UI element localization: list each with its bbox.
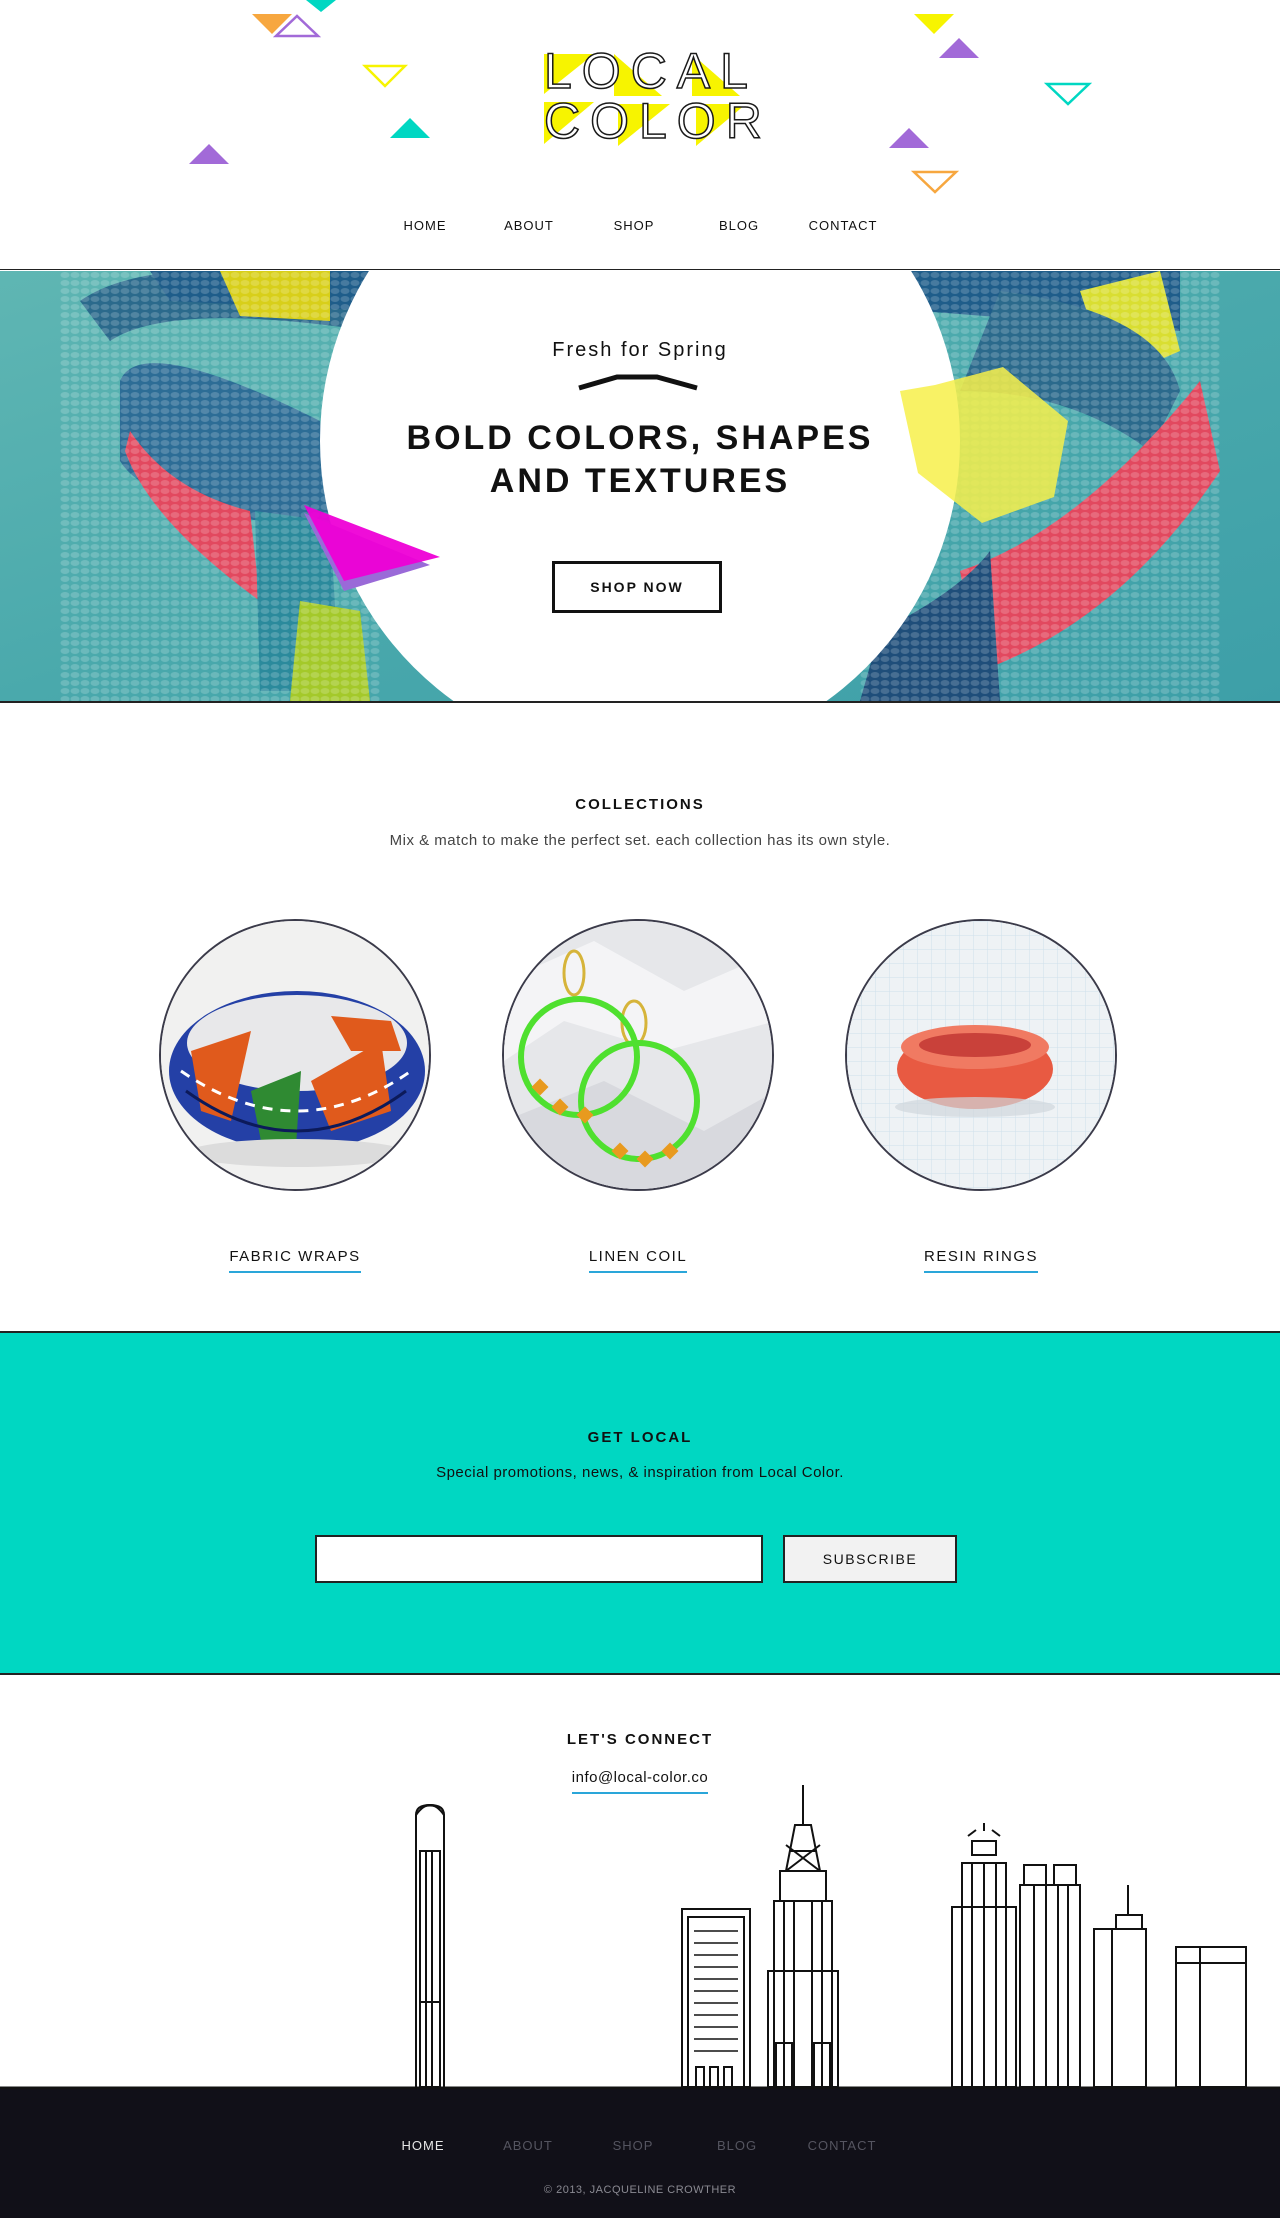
footer-nav-about[interactable]: ABOUT	[473, 2138, 583, 2153]
triangle-decoration	[889, 128, 929, 148]
main-nav: HOME ABOUT SHOP BLOG CONTACT	[0, 218, 1280, 242]
footer-nav-blog[interactable]: BLOG	[682, 2138, 792, 2153]
triangle-decoration	[910, 170, 960, 194]
site-footer: HOME ABOUT SHOP BLOG CONTACT © 2013, JAC…	[0, 2089, 1280, 2218]
collection-link-fabric-wraps[interactable]: FABRIC WRAPS	[159, 1248, 431, 1273]
logo-text-color: COLOR	[543, 93, 772, 149]
subscribe-button[interactable]: SUBSCRIBE	[783, 1535, 957, 1583]
hero-content: Fresh for Spring BOLD COLORS, SHAPES AND…	[350, 271, 930, 701]
triangle-decoration	[914, 14, 954, 34]
linen-coil-earrings-image	[504, 921, 772, 1189]
nav-home[interactable]: HOME	[370, 218, 480, 233]
email-input[interactable]	[315, 1535, 763, 1583]
site-logo[interactable]: LOCAL COLOR	[520, 40, 762, 152]
triangle-decoration	[1043, 82, 1093, 106]
resin-ring-image	[847, 921, 1115, 1189]
divider	[0, 269, 1280, 270]
shop-now-button[interactable]: SHOP NOW	[552, 561, 722, 613]
collection-link-linen-coil[interactable]: LINEN COIL	[502, 1248, 774, 1273]
collections-section: COLLECTIONS Mix & match to make the perf…	[0, 703, 1280, 1331]
nav-contact[interactable]: CONTACT	[788, 218, 898, 233]
triangle-decoration	[390, 118, 430, 138]
footer-nav: HOME ABOUT SHOP BLOG CONTACT	[0, 2138, 1280, 2158]
collection-link-label: RESIN RINGS	[923, 1248, 1038, 1273]
contact-email-link[interactable]: info@local-color.co	[0, 1769, 1280, 1794]
collection-link-resin-rings[interactable]: RESIN RINGS	[845, 1248, 1117, 1273]
hero-title: BOLD COLORS, SHAPES AND TEXTURES	[350, 417, 930, 503]
hero-title-line: BOLD COLORS, SHAPES	[406, 419, 874, 457]
triangle-decoration	[306, 0, 336, 12]
collection-card-resin-rings: RESIN RINGS	[845, 919, 1117, 1279]
logo-text-local: LOCAL	[543, 43, 758, 99]
collection-image-fabric-wraps[interactable]	[159, 919, 431, 1191]
site-header: LOCAL COLOR HOME ABOUT SHOP BLOG CONTACT	[0, 0, 1280, 270]
section-heading: GET LOCAL	[587, 1429, 693, 1446]
copyright-text: © 2013, JACQUELINE CROWTHER	[543, 2184, 737, 2196]
fabric-bracelet-image	[161, 921, 429, 1189]
hero-banner: Fresh for Spring BOLD COLORS, SHAPES AND…	[0, 271, 1280, 701]
section-heading: COLLECTIONS	[575, 796, 705, 813]
newsletter-section: GET LOCAL Special promotions, news, & in…	[0, 1333, 1280, 1673]
collection-image-resin-rings[interactable]	[845, 919, 1117, 1191]
triangle-decoration	[189, 144, 229, 164]
triangle-decoration	[361, 64, 409, 88]
contact-email-text: info@local-color.co	[571, 1769, 709, 1794]
footer-nav-contact[interactable]: CONTACT	[787, 2138, 897, 2153]
nav-about[interactable]: ABOUT	[474, 218, 584, 233]
nav-blog[interactable]: BLOG	[684, 218, 794, 233]
section-subtitle: Mix & match to make the perfect set. eac…	[389, 832, 891, 849]
collection-link-label: FABRIC WRAPS	[229, 1248, 361, 1273]
section-heading: LET'S CONNECT	[566, 1731, 714, 1748]
footer-nav-shop[interactable]: SHOP	[578, 2138, 688, 2153]
section-subtitle: Special promotions, news, & inspiration …	[436, 1464, 844, 1481]
footer-nav-home[interactable]: HOME	[368, 2138, 478, 2153]
collection-link-label: LINEN COIL	[588, 1248, 688, 1273]
triangle-decoration	[252, 14, 292, 34]
triangle-decoration	[939, 38, 979, 58]
collection-card-linen-coil: LINEN COIL	[502, 919, 774, 1279]
nav-shop[interactable]: SHOP	[579, 218, 689, 233]
collection-card-fabric-wraps: FABRIC WRAPS	[159, 919, 431, 1279]
hero-title-line: AND TEXTURES	[489, 462, 791, 500]
collection-image-linen-coil[interactable]	[502, 919, 774, 1191]
hero-kicker: Fresh for Spring	[552, 339, 728, 361]
connect-section: LET'S CONNECT info@local-color.co	[0, 1675, 1280, 2089]
